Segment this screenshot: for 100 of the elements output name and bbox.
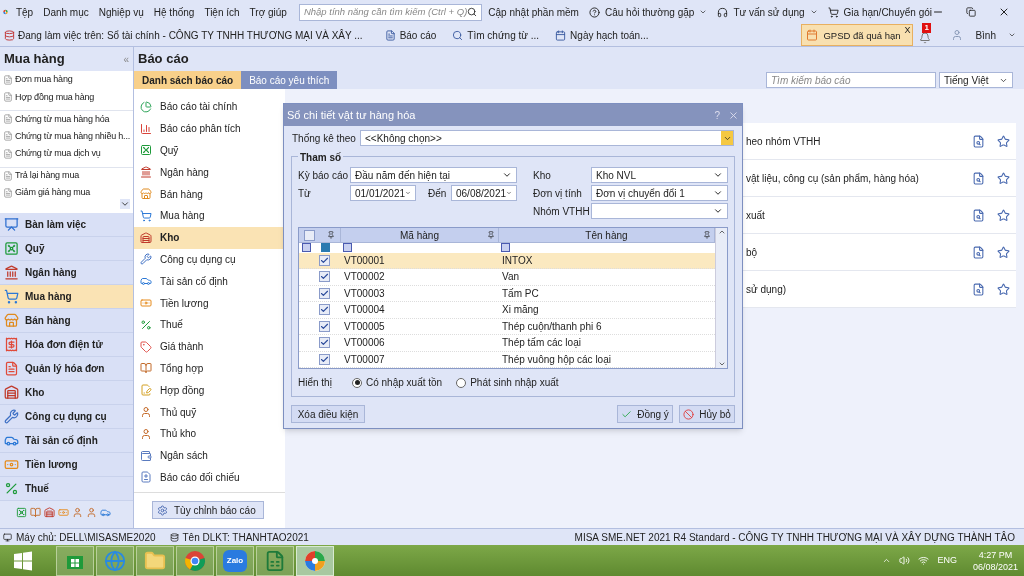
module-item[interactable]: Quản lý hóa đơn	[0, 357, 133, 381]
module-item[interactable]: Kho	[0, 381, 133, 405]
grid-row[interactable]: VT00007 Thép vuông hộp các loại	[299, 351, 715, 368]
report-name[interactable]: bộ	[746, 244, 758, 260]
restore-icon[interactable]	[966, 7, 976, 17]
taskbar-button[interactable]	[256, 545, 294, 576]
user-name[interactable]: Bình	[975, 27, 996, 43]
report-category[interactable]: Giá thành	[134, 335, 285, 358]
checkbox[interactable]	[318, 353, 330, 365]
checkbox[interactable]	[304, 229, 315, 241]
sidebar-link[interactable]: Trả lại hàng mua	[15, 169, 79, 183]
checkbox[interactable]	[318, 304, 330, 316]
module-item[interactable]: Bán hàng	[0, 309, 133, 333]
star-icon[interactable]	[997, 245, 1010, 259]
checkbox[interactable]	[318, 337, 330, 349]
start-icon[interactable]	[12, 549, 34, 572]
scroll-down-icon[interactable]	[120, 199, 130, 209]
toolbar-link[interactable]: Tư vấn sử dụng	[733, 4, 805, 20]
report-category[interactable]: Tài sản cố định	[134, 270, 285, 293]
grid-row[interactable]: VT00001 INTOX	[299, 252, 715, 269]
grid-row[interactable]: VT00006 Thép tấm các loại	[299, 335, 715, 352]
preview-icon[interactable]	[972, 208, 985, 222]
preview-icon[interactable]	[972, 245, 985, 259]
close-icon[interactable]	[998, 6, 1010, 18]
star-icon[interactable]	[997, 282, 1010, 296]
menu-item[interactable]: Danh mục	[43, 4, 89, 20]
dropdown-field[interactable]: Kho NVL	[591, 167, 728, 183]
report-name[interactable]: heo nhóm VTHH	[746, 133, 821, 149]
group-by-dropdown[interactable]: <<Không chọn>>	[360, 130, 734, 146]
report-category[interactable]: Công cụ dụng cụ	[134, 248, 285, 271]
grid-row[interactable]: VT00002 Van	[299, 269, 715, 286]
taskbar-button[interactable]: Zalo	[216, 545, 254, 576]
scroll-down-icon[interactable]	[717, 360, 726, 368]
module-item[interactable]: Thuế	[0, 477, 133, 501]
toolbar-button[interactable]: Ngày hạch toán...	[555, 27, 649, 43]
module-item[interactable]: Tiền lương	[0, 453, 133, 477]
sidebar-link[interactable]: Đơn mua hàng	[15, 73, 73, 87]
report-name[interactable]: sử dụng)	[746, 281, 787, 297]
menu-item[interactable]: Nghiệp vụ	[98, 4, 144, 20]
checkbox[interactable]	[318, 287, 330, 299]
volume-icon[interactable]	[899, 555, 911, 566]
sidebar-link[interactable]: Chứng từ mua hàng nhiều h...	[15, 129, 131, 143]
toolbar-link[interactable]: Câu hỏi thường gặp	[604, 4, 695, 20]
report-category[interactable]: Thủ quỹ	[134, 401, 285, 423]
cancel-button[interactable]: Hủy bỏ	[679, 405, 735, 423]
star-icon[interactable]	[997, 171, 1010, 185]
bell-icon[interactable]	[919, 32, 932, 44]
dropdown-field[interactable]: 06/08/2021	[451, 185, 517, 201]
dropdown-field[interactable]: 01/01/2021	[350, 185, 416, 201]
customize-button[interactable]: Tùy chỉnh báo cáo	[152, 501, 264, 520]
module-item[interactable]: Mua hàng	[0, 285, 133, 309]
toolbar-button[interactable]: Tìm chứng từ ...	[452, 27, 540, 43]
taskbar-button[interactable]	[56, 545, 94, 576]
pin-icon[interactable]	[703, 231, 711, 239]
menu-item[interactable]: Tiện ích	[204, 4, 240, 20]
ok-button[interactable]: Đồng ý	[617, 405, 673, 423]
module-item[interactable]: Ngân hàng	[0, 261, 133, 285]
sidebar-link[interactable]: Hợp đồng mua hàng	[15, 90, 95, 104]
clear-button[interactable]: Xóa điều kiện	[291, 405, 365, 423]
language-dropdown[interactable]: Tiếng Việt	[939, 72, 1013, 88]
report-category[interactable]: Ngân sách	[134, 444, 285, 467]
checkbox[interactable]	[318, 320, 330, 332]
star-icon[interactable]	[997, 208, 1010, 222]
report-search-field[interactable]: Tìm kiếm báo cáo	[766, 72, 936, 88]
checkbox[interactable]	[318, 271, 330, 283]
module-item[interactable]: Bàn làm việc	[0, 213, 133, 237]
report-category[interactable]: Báo cáo đối chiếu	[134, 466, 285, 489]
alert-close[interactable]: X	[904, 25, 911, 35]
module-item[interactable]: Quỹ	[0, 237, 133, 261]
toolbar-button[interactable]: Báo cáo	[384, 27, 437, 43]
module-item[interactable]: Công cụ dụng cụ	[0, 405, 133, 429]
report-category[interactable]: Thuế	[134, 313, 285, 336]
pin-icon[interactable]	[327, 231, 335, 239]
report-category[interactable]: Thủ kho	[134, 422, 285, 445]
menu-item[interactable]: Hệ thống	[153, 4, 195, 20]
star-icon[interactable]	[997, 134, 1010, 148]
grid-row[interactable]: VT00003 Tấm PC	[299, 285, 715, 302]
menu-item[interactable]: Tệp	[15, 4, 34, 20]
report-category[interactable]: Quỹ	[134, 139, 285, 162]
dropdown-field[interactable]: Đầu năm đến hiện tại	[350, 167, 517, 183]
toolbar-link[interactable]: Gia hạn/Chuyển gói	[843, 4, 932, 20]
sidebar-link[interactable]: Chứng từ mua hàng hóa	[15, 112, 110, 126]
module-item[interactable]: Hóa đơn điện tử	[0, 333, 133, 357]
column-header[interactable]: Tên hàng	[585, 228, 628, 243]
grid-row[interactable]: VT00005 Thép cuộn/thanh phi 6	[299, 318, 715, 335]
report-category[interactable]: Tiền lương	[134, 292, 285, 314]
dropdown-field[interactable]: Đơn vị chuyển đổi 1	[591, 185, 728, 201]
dropdown-field[interactable]	[591, 203, 728, 219]
network-icon[interactable]	[918, 555, 930, 566]
radio-option[interactable]: Có nhập xuất tồn	[352, 375, 443, 390]
preview-icon[interactable]	[972, 134, 985, 148]
report-name[interactable]: vật liệu, công cụ (sản phẩm, hàng hóa)	[746, 170, 919, 186]
report-category[interactable]: Mua hàng	[134, 205, 285, 227]
checkbox[interactable]	[318, 254, 330, 266]
search-field[interactable]: Nhập tính năng cần tìm kiếm (Ctrl + Q)	[298, 3, 483, 21]
report-category[interactable]: Ngân hàng	[134, 161, 285, 184]
menu-item[interactable]: Trợ giúp	[249, 4, 287, 20]
taskbar-button[interactable]	[176, 545, 214, 576]
scrollbar[interactable]	[715, 228, 727, 368]
grid-row[interactable]: VT00004 Xi măng	[299, 302, 715, 319]
